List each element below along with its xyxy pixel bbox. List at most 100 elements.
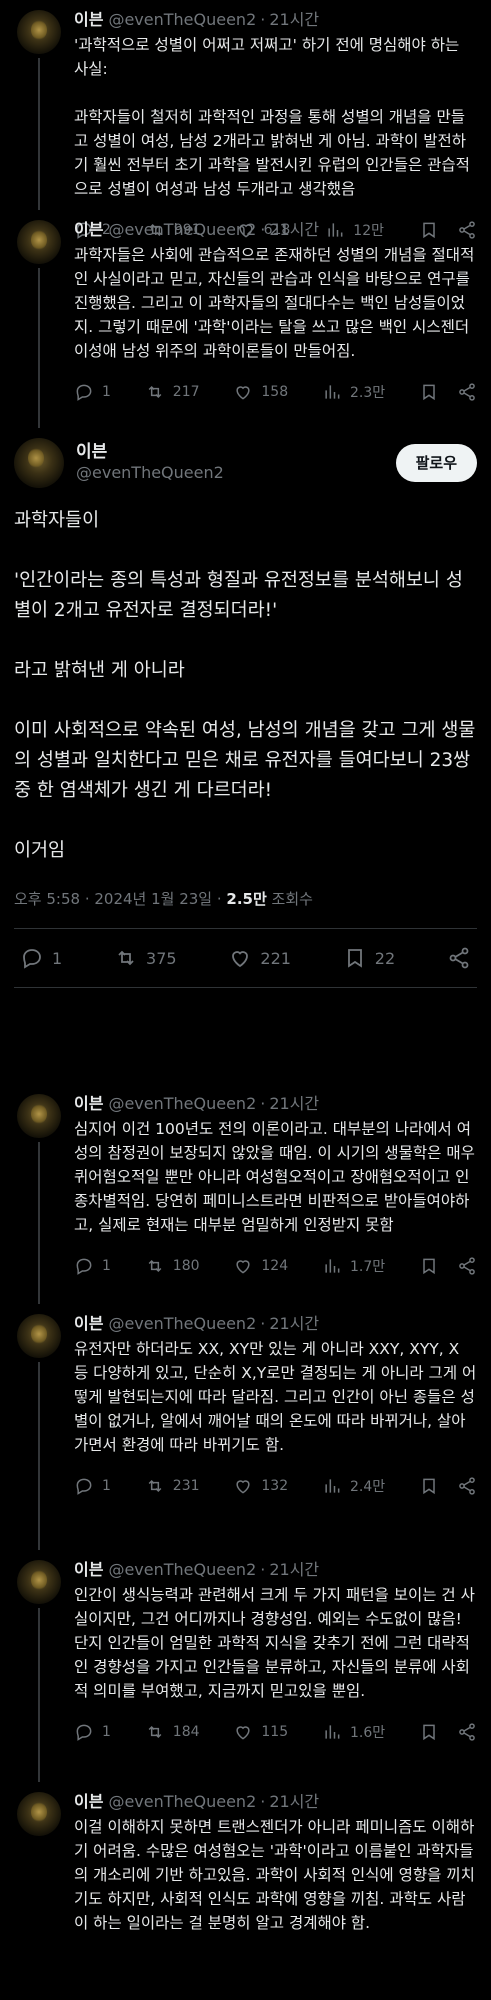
share-button[interactable]: [457, 1256, 477, 1276]
post-text: 과학자들은 사회에 관습적으로 존재하던 성별의 개념을 절대적인 사실이라고 …: [74, 246, 475, 360]
reply-icon: [76, 384, 92, 401]
reply-icon: [23, 949, 41, 969]
repost-button[interactable]: 180: [145, 1256, 200, 1276]
avatar[interactable]: [17, 1314, 61, 1358]
author-name[interactable]: 이븐: [74, 1314, 103, 1334]
like-button[interactable]: 221: [228, 946, 291, 970]
author-handle[interactable]: @evenTheQueen2: [108, 1792, 256, 1812]
bookmark-button[interactable]: [419, 1256, 439, 1276]
heart-icon: [236, 1726, 250, 1740]
share-button[interactable]: [457, 382, 477, 402]
post-time[interactable]: 21시간: [269, 220, 319, 240]
repost-button[interactable]: 184: [145, 1722, 200, 1742]
views-icon: [325, 385, 340, 399]
reply-button[interactable]: 1: [74, 1476, 111, 1496]
post-time[interactable]: 21시간: [269, 1314, 319, 1334]
reply-button[interactable]: 1: [20, 946, 62, 970]
author-handle[interactable]: @evenTheQueen2: [76, 462, 224, 484]
avatar[interactable]: [17, 220, 61, 264]
main-post: 이븐 @evenTheQueen2 팔로우 과학자들이 '인간이라는 종의 특성…: [0, 428, 491, 1084]
author-name[interactable]: 이븐: [74, 220, 103, 240]
reply-button[interactable]: 1: [74, 382, 111, 402]
separator: ·: [260, 1560, 266, 1579]
reply-icon: [76, 1478, 92, 1495]
action-bar: 1 231 132 2.4만: [74, 1467, 477, 1505]
author-handle[interactable]: @evenTheQueen2: [108, 10, 256, 30]
author-name[interactable]: 이븐: [74, 10, 103, 30]
author-name[interactable]: 이븐: [74, 1792, 103, 1812]
thread-post[interactable]: 이븐 @evenTheQueen2 · 21시간 '과학적으로 성별이 어쩌고 …: [0, 0, 491, 239]
reply-button[interactable]: 1: [74, 1256, 111, 1276]
reply-icon: [76, 1258, 92, 1275]
like-button[interactable]: 132: [233, 1476, 288, 1496]
repost-button[interactable]: 375: [114, 946, 177, 970]
post-text: '과학적으로 성별이 어쩌고 저쩌고' 하기 전에 명심해야 하는 사실: 과학…: [74, 36, 470, 198]
post-meta: 오후 5:58 · 2024년 1월 23일 · 2.5만 조회수: [14, 888, 477, 928]
bookmark-icon: [423, 1258, 435, 1275]
post-time[interactable]: 21시간: [269, 1094, 319, 1114]
share-button[interactable]: [447, 946, 471, 970]
post-text: 과학자들이 '인간이라는 종의 특성과 형질과 유전정보를 분석해보니 성별이 …: [14, 510, 476, 861]
avatar[interactable]: [17, 1792, 61, 1836]
post-time[interactable]: 21시간: [269, 1792, 319, 1812]
bookmark-button[interactable]: 22: [343, 946, 395, 970]
repost-icon: [148, 1259, 162, 1273]
views-button[interactable]: 2.3만: [322, 382, 385, 402]
repost-button[interactable]: 231: [145, 1476, 200, 1496]
thread-line: [38, 1142, 40, 1304]
post-timestamp[interactable]: 오후 5:58 · 2024년 1월 23일 ·: [14, 890, 226, 908]
author-handle[interactable]: @evenTheQueen2: [108, 220, 256, 240]
author-handle[interactable]: @evenTheQueen2: [108, 1314, 256, 1334]
post-time[interactable]: 21시간: [269, 1560, 319, 1580]
separator: ·: [260, 1792, 266, 1811]
heart-icon: [236, 1480, 250, 1494]
like-button[interactable]: 115: [233, 1722, 288, 1742]
author-handle[interactable]: @evenTheQueen2: [108, 1094, 256, 1114]
views-icon: [325, 1479, 340, 1493]
separator: ·: [260, 1314, 266, 1333]
avatar[interactable]: [17, 1560, 61, 1604]
share-button[interactable]: [457, 1476, 477, 1496]
thread-post[interactable]: 이븐 @evenTheQueen2 · 21시간 인간이 생식능력과 관련해서 …: [0, 1550, 491, 1782]
like-button[interactable]: 158: [233, 382, 288, 402]
thread-post[interactable]: 이븐 @evenTheQueen2 · 21시간 심지어 이건 100년도 전의…: [0, 1084, 491, 1304]
follow-button[interactable]: 팔로우: [395, 444, 477, 482]
avatar[interactable]: [17, 10, 61, 54]
heart-icon: [232, 951, 249, 968]
avatar[interactable]: [14, 438, 64, 488]
author-name[interactable]: 이븐: [76, 442, 224, 462]
bookmark-button[interactable]: [419, 1722, 439, 1742]
bookmark-icon: [347, 949, 362, 968]
post-text: 인간이 생식능력과 관련해서 크게 두 가지 패턴을 보이는 건 사실이지만, …: [74, 1586, 475, 1700]
share-button[interactable]: [457, 1722, 477, 1742]
repost-button[interactable]: 217: [145, 382, 200, 402]
action-bar: 1 180 124 1.7만: [74, 1247, 477, 1285]
thread-line: [38, 1608, 40, 1782]
thread-line: [38, 1362, 40, 1550]
thread-post[interactable]: 이븐 @evenTheQueen2 · 21시간 이걸 이해하지 못하면 트랜스…: [0, 1782, 491, 1982]
thread-line: [38, 268, 40, 428]
share-icon: [459, 1477, 475, 1495]
bookmark-button[interactable]: [419, 382, 439, 402]
bookmark-button[interactable]: [419, 1476, 439, 1496]
view-count: 2.5만: [226, 890, 267, 908]
bookmark-icon: [423, 384, 435, 401]
separator: ·: [260, 1094, 266, 1113]
author-name[interactable]: 이븐: [74, 1560, 103, 1580]
action-bar: 1 217 158 2.3만: [74, 373, 477, 411]
reply-button[interactable]: 1: [74, 1722, 111, 1742]
thread-post[interactable]: 이븐 @evenTheQueen2 · 21시간 유전자만 하더라도 XX, X…: [0, 1304, 491, 1550]
post-time[interactable]: 21시간: [269, 10, 319, 30]
action-bar: 1 184 115 1.6만: [74, 1713, 477, 1751]
views-button[interactable]: 1.7만: [322, 1256, 385, 1276]
author-handle[interactable]: @evenTheQueen2: [108, 1560, 256, 1580]
views-button[interactable]: 1.6만: [322, 1722, 385, 1742]
post-text: 유전자만 하더라도 XX, XY만 있는 게 아니라 XXY, XYY, X 등…: [74, 1340, 477, 1454]
repost-icon: [148, 1479, 162, 1493]
like-button[interactable]: 124: [233, 1256, 288, 1276]
views-button[interactable]: 2.4만: [322, 1476, 385, 1496]
thread-post[interactable]: 이븐 @evenTheQueen2 · 21시간 과학자들은 사회에 관습적으로…: [0, 210, 491, 428]
repost-icon: [118, 950, 134, 966]
avatar[interactable]: [17, 1094, 61, 1138]
author-name[interactable]: 이븐: [74, 1094, 103, 1114]
